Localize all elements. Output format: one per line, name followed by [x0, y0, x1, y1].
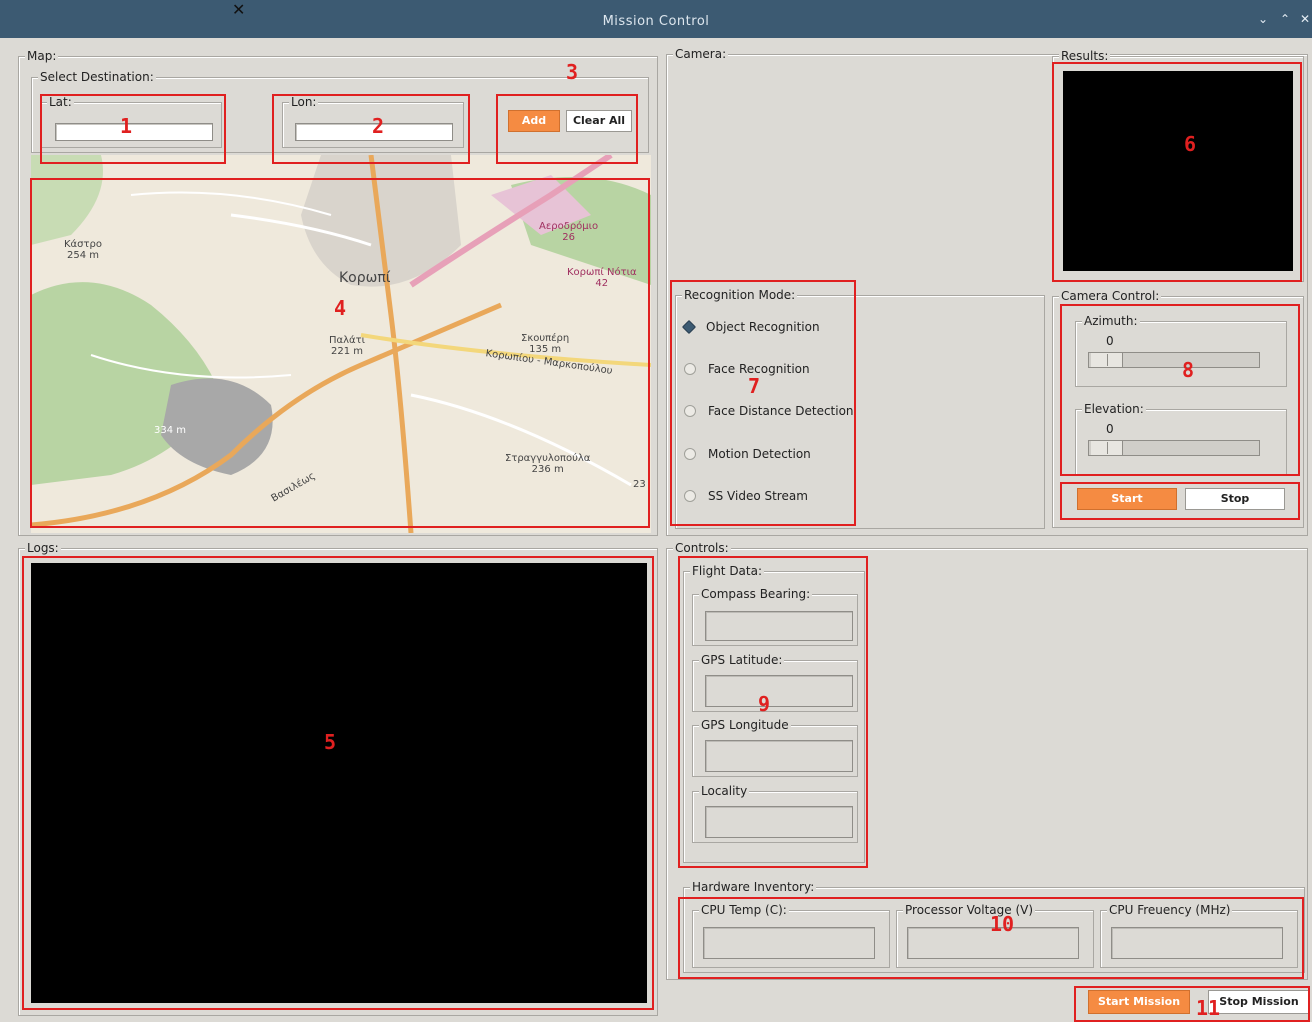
- annotation-box: [670, 280, 856, 526]
- annotation-box: [22, 556, 654, 1010]
- window-title: Mission Control: [602, 14, 710, 29]
- maximize-icon[interactable]: ⌃: [1280, 12, 1290, 26]
- annotation-number: 6: [1184, 132, 1197, 156]
- annotation-box: [40, 94, 226, 164]
- annotation-number: 3: [566, 60, 579, 84]
- annotation-number: 7: [748, 374, 761, 398]
- annotation-box: [496, 94, 638, 164]
- map-label: Map:: [25, 49, 59, 63]
- minimize-icon[interactable]: ⌄: [1258, 12, 1268, 26]
- annotation-number: 1: [120, 114, 133, 138]
- annotation-box: [1060, 482, 1300, 520]
- annotation-box: [678, 556, 868, 868]
- annotation-number: 11: [1196, 996, 1221, 1020]
- camera-control-label: Camera Control:: [1059, 289, 1162, 303]
- annotation-box: [272, 94, 470, 164]
- annotation-number: 10: [990, 912, 1015, 936]
- camera-label: Camera:: [673, 47, 729, 61]
- annotation-number: 5: [324, 730, 337, 754]
- hardware-inventory-label: Hardware Inventory:: [690, 880, 817, 894]
- annotation-number: 2: [372, 114, 385, 138]
- annotation-box: [1074, 986, 1310, 1022]
- select-destination-label: Select Destination:: [38, 70, 156, 84]
- logs-label: Logs:: [25, 541, 61, 555]
- annotation-number: 9: [758, 692, 771, 716]
- title-bar: ✕ Mission Control ⌄ ⌃ ✕: [0, 0, 1312, 38]
- annotation-box: [30, 178, 650, 528]
- annotation-box: [1052, 62, 1302, 282]
- annotation-box: [678, 897, 1304, 979]
- annotation-number: 4: [334, 296, 347, 320]
- close-icon[interactable]: ✕: [1300, 12, 1310, 26]
- results-label: Results:: [1059, 49, 1111, 63]
- annotation-number: 8: [1182, 358, 1195, 382]
- annotation-box: [1060, 304, 1300, 476]
- controls-label: Controls:: [673, 541, 731, 555]
